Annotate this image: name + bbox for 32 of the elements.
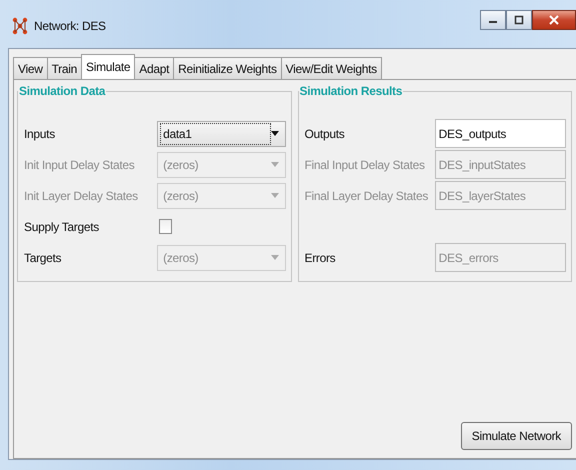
field-label: Init Input Delay States: [24, 158, 136, 172]
tab[interactable]: Adapt: [134, 57, 174, 79]
tab[interactable]: Train: [46, 57, 82, 79]
field-label: Errors: [304, 250, 336, 264]
simulate-button[interactable]: Simulate Network: [460, 422, 572, 450]
tab[interactable]: View: [13, 57, 48, 79]
text-field[interactable]: DES_outputs: [434, 119, 566, 148]
field-label: Targets: [24, 250, 62, 264]
tab[interactable]: View/Edit Weights: [280, 57, 382, 79]
minimize-button[interactable]: [480, 10, 506, 30]
close-icon: [548, 15, 560, 25]
caret-icon: [270, 255, 278, 260]
network-icon: [12, 17, 28, 35]
field-label: Supply Targets: [24, 220, 100, 234]
window-title: Network: DES: [34, 19, 106, 33]
maximize-button[interactable]: [506, 10, 532, 30]
caret-icon: [270, 131, 278, 136]
checkbox[interactable]: [159, 219, 172, 234]
field-label: Final Input Delay States: [304, 158, 426, 172]
field-label: Inputs: [24, 126, 56, 140]
tab[interactable]: Simulate: [81, 54, 136, 79]
group-title: Simulation Results: [298, 84, 404, 98]
maximize-icon: [514, 15, 524, 25]
field-label: Init Layer Delay States: [24, 188, 139, 202]
dropdown[interactable]: data1: [157, 120, 286, 146]
close-button[interactable]: [532, 10, 576, 30]
group-title: Simulation Data: [18, 84, 106, 98]
tab[interactable]: Reinitialize Weights: [173, 57, 282, 79]
caret-icon: [270, 162, 278, 167]
caret-icon: [270, 193, 278, 198]
field-label: Final Layer Delay States: [304, 188, 430, 202]
field-label: Outputs: [304, 126, 346, 140]
